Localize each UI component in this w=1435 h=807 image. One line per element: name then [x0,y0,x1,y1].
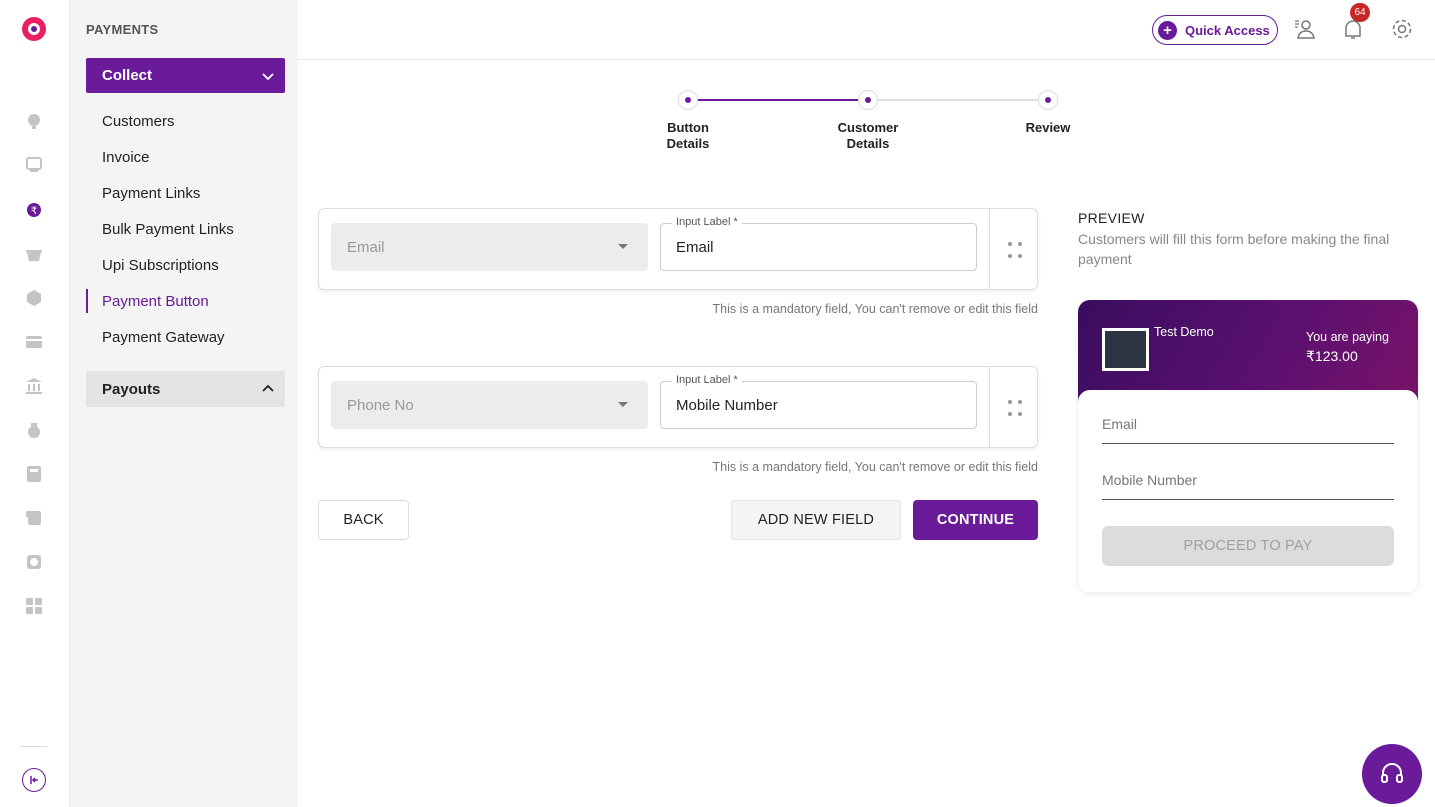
back-button[interactable]: BACK [318,500,409,540]
step-label-line: Button [667,120,709,135]
step-label-line: Review [1025,120,1071,135]
paying-label: You are paying [1306,330,1389,344]
dashboard-icon[interactable] [25,156,43,174]
apps-icon[interactable] [25,597,43,615]
notification-badge: 64 [1350,3,1370,22]
top-bar: + Quick Access 64 [298,0,1435,60]
sidebar: PAYMENTS Collect Customers Invoice Payme… [70,0,298,807]
preview-card: Test Demo You are paying ₹123.00 Email M… [1078,300,1418,592]
step-label-line: Customer [837,120,899,135]
input-label-caption: Input Label * [672,216,742,228]
step-dot-customer-details[interactable] [858,90,878,110]
input-label-field[interactable]: Input Label * Email [660,216,977,271]
stepper-progress-line [688,99,868,101]
field-card-email: Email Input Label * Email [318,208,1038,290]
field-type-select[interactable]: Email [331,223,648,271]
support-headset-button[interactable] [1362,744,1422,804]
proceed-to-pay-button[interactable]: PROCEED TO PAY [1102,526,1394,566]
merchant-name: Test Demo [1154,325,1214,339]
sidebar-item-bulk-payment-links[interactable]: Bulk Payment Links [86,217,285,241]
payouts-group-header[interactable]: Payouts [86,371,285,407]
basket-icon[interactable] [25,245,43,263]
input-label-caption: Input Label * [672,374,742,386]
caret-down-icon [618,402,628,407]
user-list-icon[interactable] [1294,18,1316,40]
chevron-down-icon [262,72,274,80]
icon-rail: ₹ [0,0,70,807]
bank-icon[interactable] [25,377,43,395]
collapse-sidebar-icon[interactable] [22,768,46,792]
preview-mobile-field[interactable]: Mobile Number [1102,472,1394,500]
preview-form: Email Mobile Number PROCEED TO PAY [1078,390,1418,592]
paying-amount: ₹123.00 [1306,348,1358,364]
preview-email-field[interactable]: Email [1102,416,1394,444]
quick-access-label: Quick Access [1185,22,1270,38]
merchant-thumbnail [1102,328,1149,371]
sidebar-item-invoice[interactable]: Invoice [86,145,285,169]
bulb-icon[interactable] [25,112,43,130]
continue-button[interactable]: CONTINUE [913,500,1038,540]
step-dot-button-details[interactable] [678,90,698,110]
sidebar-item-upi-subscriptions[interactable]: Upi Subscriptions [86,253,285,277]
headset-icon [1381,763,1403,783]
caret-down-icon [618,244,628,249]
step-label-customer-details: Customer Details [818,120,918,152]
receipt-icon[interactable] [25,509,43,527]
sidebar-item-payment-button[interactable]: Payment Button [86,289,285,313]
input-label-value: Email [676,238,714,256]
collect-group-label: Collect [102,67,153,84]
brand-logo[interactable] [22,17,46,41]
step-dot-review[interactable] [1038,90,1058,110]
quick-access-button[interactable]: + Quick Access [1152,15,1278,45]
preview-title: PREVIEW [1078,210,1145,226]
preview-description: Customers will fill this form before mak… [1078,231,1390,267]
plus-icon: + [1158,20,1177,40]
input-label-field[interactable]: Input Label * Mobile Number [660,374,977,429]
field-card-phone: Phone No Input Label * Mobile Number [318,366,1038,448]
step-label-line: Details [846,136,890,151]
drag-handle-icon[interactable] [989,367,1038,447]
field-type-value: Email [347,238,385,256]
add-new-field-button[interactable]: ADD NEW FIELD [731,500,901,540]
calculator-icon[interactable] [25,465,43,483]
field-type-select[interactable]: Phone No [331,381,648,429]
mandatory-note: This is a mandatory field, You can't rem… [712,460,1038,474]
settings-icon[interactable] [1391,18,1413,40]
sidebar-item-payment-gateway[interactable]: Payment Gateway [86,325,285,349]
step-label-review: Review [998,120,1098,136]
payments-icon[interactable]: ₹ [25,201,43,219]
payouts-group-label: Payouts [102,380,161,398]
box-icon[interactable] [25,289,43,307]
sidebar-item-payment-links[interactable]: Payment Links [86,181,285,205]
mandatory-note: This is a mandatory field, You can't rem… [712,302,1038,316]
money-bag-icon[interactable] [25,421,43,439]
chevron-up-icon [262,384,274,392]
sidebar-section-title: PAYMENTS [86,22,159,37]
card-icon[interactable] [25,333,43,351]
stepper-remaining-line [868,99,1048,101]
clock-payment-icon[interactable] [25,553,43,571]
input-label-value: Mobile Number [676,396,778,414]
rail-divider [20,746,47,747]
collect-group-header[interactable]: Collect [86,58,285,93]
field-type-value: Phone No [347,396,414,414]
step-label-line: Details [666,136,710,151]
step-label-button-details: Button Details [638,120,738,152]
sidebar-item-customers[interactable]: Customers [86,109,285,133]
drag-handle-icon[interactable] [989,209,1038,289]
svg-text:₹: ₹ [31,206,37,217]
